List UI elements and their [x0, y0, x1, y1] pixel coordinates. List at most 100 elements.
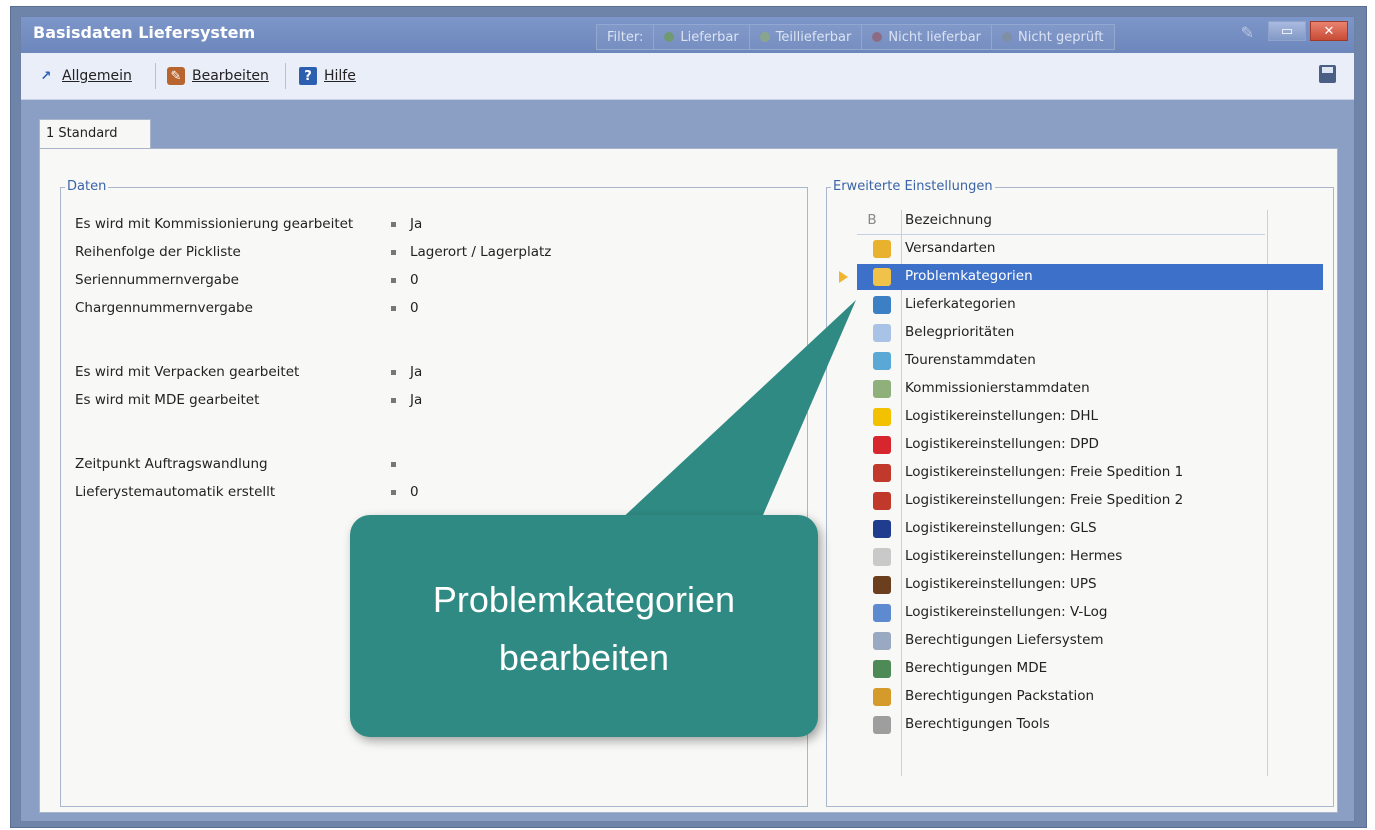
list-item-label: Lieferkategorien — [905, 296, 1016, 312]
callout-line-1: Problemkategorien — [432, 579, 736, 620]
data-row: Es wird mit Kommissionierung gearbeitet J… — [75, 216, 423, 232]
save-icon[interactable] — [1319, 65, 1336, 83]
list-item-label: Berechtigungen Packstation — [905, 688, 1095, 704]
list-item[interactable]: Berechtigungen Packstation — [857, 684, 1323, 710]
title-bar: Basisdaten Liefersystem Filter: Lieferba… — [21, 17, 1354, 53]
arrow-up-right-icon: ↗ — [40, 68, 52, 84]
list-item-label: Problemkategorien — [905, 268, 1033, 284]
list-item[interactable]: Logistikereinstellungen: Freie Spedition… — [857, 460, 1323, 486]
hilfe-label: Hilfe — [324, 68, 356, 84]
status-dot-icon — [872, 32, 883, 42]
tab-standard[interactable]: 1 Standard — [39, 119, 151, 149]
data-row: Es wird mit MDE gearbeitet Ja — [75, 392, 423, 408]
toolbar-divider — [155, 63, 156, 89]
erweiterte-title: Erweiterte Einstellungen — [831, 179, 995, 194]
list-item-label: Berechtigungen Tools — [905, 716, 1050, 732]
data-row: Zeitpunkt Auftragswandlung — [75, 456, 410, 472]
list-header: B Bezeichnung — [857, 212, 1265, 235]
status-dot-icon — [664, 32, 675, 42]
list-item[interactable]: Logistikereinstellungen: DPD — [857, 432, 1323, 458]
list-item-label: Logistikereinstellungen: Hermes — [905, 548, 1123, 564]
list-item-label: Tourenstammdaten — [905, 352, 1036, 368]
list-item-label: Logistikereinstellungen: DPD — [905, 436, 1099, 452]
data-row: Chargennummernvergabe 0 — [75, 300, 419, 316]
list-item[interactable]: Logistikereinstellungen: Freie Spedition… — [857, 488, 1323, 514]
erweiterte-group: Erweiterte Einstellungen B Bezeichnung V… — [826, 179, 1334, 807]
list-item-label: Logistikereinstellungen: Freie Spedition… — [905, 464, 1184, 480]
list-item[interactable]: Problemkategorien — [857, 264, 1323, 290]
list-item[interactable]: Tourenstammdaten — [857, 348, 1323, 374]
column-b-header[interactable]: B — [857, 212, 887, 228]
list-item[interactable]: Kommissionierstammdaten — [857, 376, 1323, 402]
maximize-icon: ▭ — [1280, 23, 1294, 39]
allgemein-button[interactable]: ↗ Allgemein — [37, 65, 132, 87]
bearbeiten-label: Bearbeiten — [192, 68, 269, 84]
hilfe-button[interactable]: ? Hilfe — [299, 65, 356, 87]
bearbeiten-button[interactable]: ✎ Bearbeiten — [167, 65, 269, 87]
data-row: Lieferystemautomatik erstellt 0 — [75, 484, 419, 500]
packstation-icon — [873, 688, 891, 706]
list-item[interactable]: Logistikereinstellungen: Hermes — [857, 544, 1323, 570]
data-row: Seriennummernvergabe 0 — [75, 272, 419, 288]
ups-icon — [873, 576, 891, 594]
vlog-icon — [873, 604, 891, 622]
toolbar: ↗ Allgemein ✎ Bearbeiten ? Hilfe — [21, 53, 1354, 100]
filter-label: Filter: — [596, 24, 654, 50]
status-dot-icon — [759, 32, 770, 42]
list-item-label: Logistikereinstellungen: V-Log — [905, 604, 1108, 620]
daten-title: Daten — [65, 179, 109, 194]
lorry-icon — [873, 492, 891, 510]
list-item[interactable]: Berechtigungen MDE — [857, 656, 1323, 682]
feather-icon[interactable]: ✎ — [1241, 23, 1254, 42]
filter-lieferbar[interactable]: Lieferbar — [653, 24, 749, 50]
data-row: Es wird mit Verpacken gearbeitet Ja — [75, 364, 423, 380]
route-arrows-icon — [873, 352, 891, 370]
list-item[interactable]: Versandarten — [857, 236, 1323, 262]
lorry-icon — [873, 464, 891, 482]
dpd-icon — [873, 436, 891, 454]
edit-icon: ✎ — [167, 67, 185, 85]
box-icon — [873, 240, 891, 258]
close-button[interactable]: ✕ — [1310, 21, 1348, 41]
callout-line-2: bearbeiten — [498, 637, 670, 678]
list-item[interactable]: Logistikereinstellungen: UPS — [857, 572, 1323, 598]
data-row: Reihenfolge der Pickliste Lagerort / Lage… — [75, 244, 552, 260]
allgemein-label: Allgemein — [62, 68, 132, 84]
list-item-label: Kommissionierstammdaten — [905, 380, 1090, 396]
picking-icon — [873, 380, 891, 398]
list-item-label: Berechtigungen MDE — [905, 660, 1048, 676]
current-row-pointer-icon — [839, 271, 848, 283]
warning-icon — [873, 268, 891, 286]
list-item-label: Belegprioritäten — [905, 324, 1015, 340]
column-bezeichnung-header[interactable]: Bezeichnung — [905, 212, 992, 228]
gls-icon — [873, 520, 891, 538]
handheld-icon — [873, 660, 891, 678]
status-dot-icon — [1002, 32, 1013, 42]
list-item[interactable]: Berechtigungen Tools — [857, 712, 1323, 738]
window-controls: ▭ ✕ — [1268, 21, 1348, 41]
list-item[interactable]: Logistikereinstellungen: V-Log — [857, 600, 1323, 626]
list-icon — [873, 632, 891, 650]
filter-teillieferbar[interactable]: Teillieferbar — [748, 24, 862, 50]
document-icon — [873, 324, 891, 342]
list-item[interactable]: Logistikereinstellungen: GLS — [857, 516, 1323, 542]
dhl-icon — [873, 408, 891, 426]
list-item-label: Logistikereinstellungen: GLS — [905, 520, 1097, 536]
list-item[interactable]: Berechtigungen Liefersystem — [857, 628, 1323, 654]
close-icon: ✕ — [1323, 23, 1335, 39]
list-item[interactable]: Lieferkategorien — [857, 292, 1323, 318]
window-title: Basisdaten Liefersystem — [33, 23, 256, 42]
filter-nicht-geprueft[interactable]: Nicht geprüft — [991, 24, 1115, 50]
toolbar-divider — [285, 63, 286, 89]
maximize-button[interactable]: ▭ — [1268, 21, 1306, 41]
list-item-label: Berechtigungen Liefersystem — [905, 632, 1104, 648]
list-item[interactable]: Belegprioritäten — [857, 320, 1323, 346]
list-item[interactable]: Logistikereinstellungen: DHL — [857, 404, 1323, 430]
list-item-label: Logistikereinstellungen: DHL — [905, 408, 1099, 424]
help-icon: ? — [299, 67, 317, 85]
filter-nicht-lieferbar[interactable]: Nicht lieferbar — [861, 24, 992, 50]
hermes-icon — [873, 548, 891, 566]
tools-icon — [873, 716, 891, 734]
callout-bubble: Problemkategorien bearbeiten — [350, 515, 818, 737]
list-item-label: Versandarten — [905, 240, 996, 256]
